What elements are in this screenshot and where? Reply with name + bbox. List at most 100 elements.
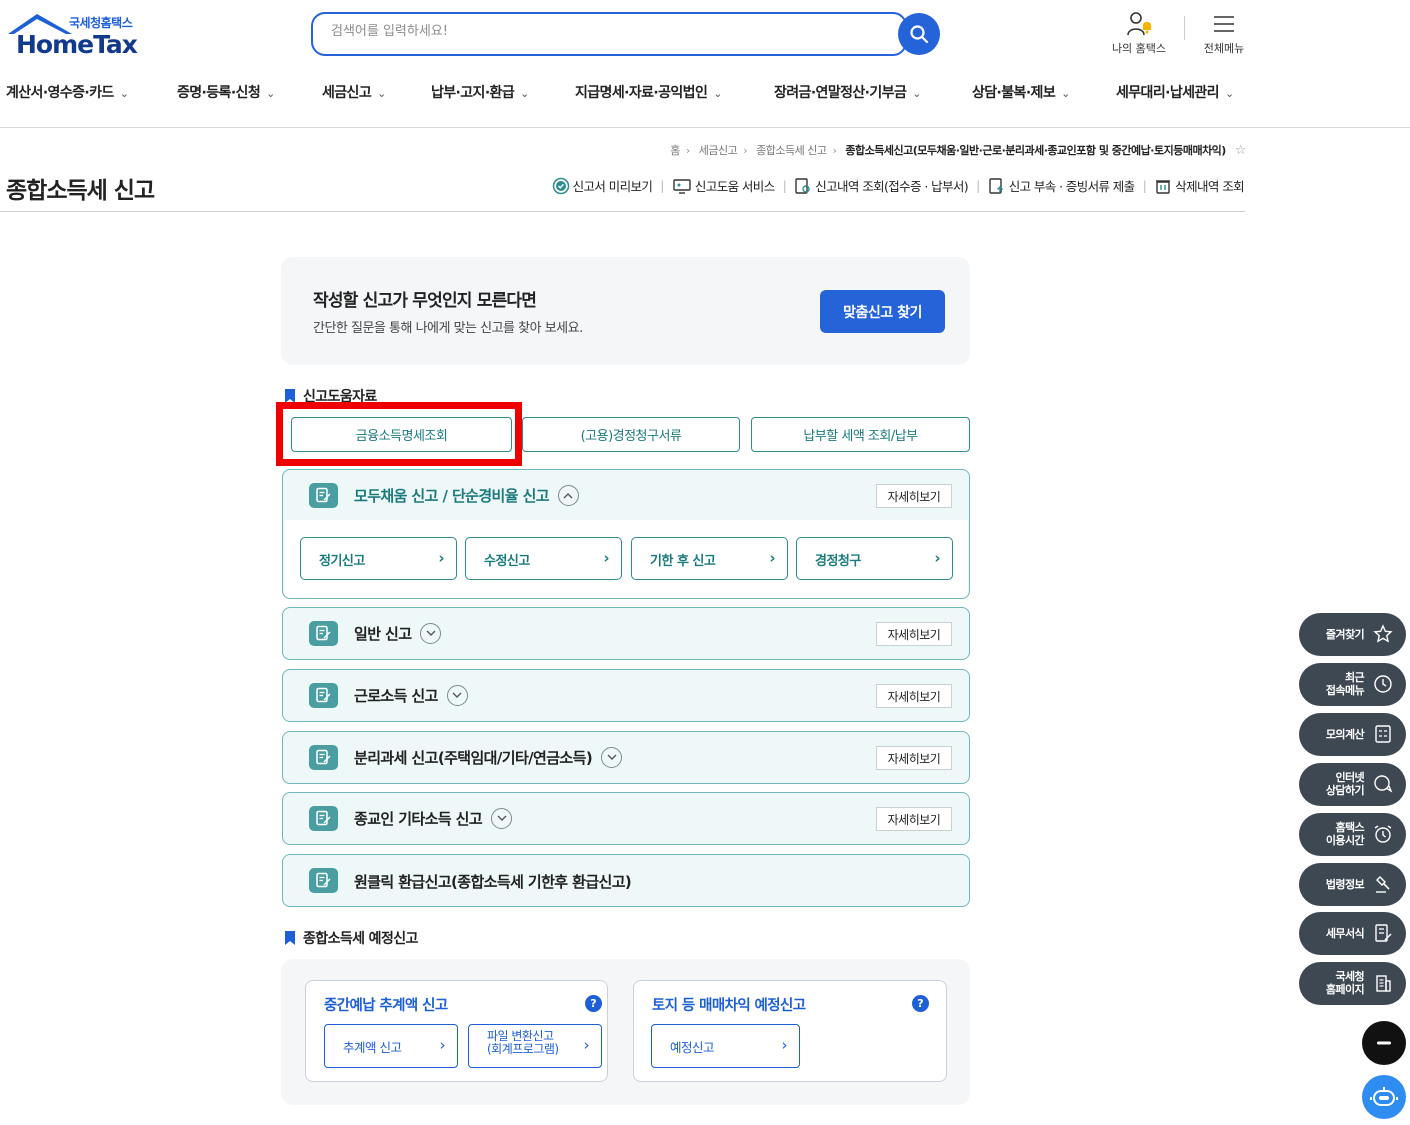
all-menu-label: 전체메뉴 [1203, 42, 1245, 55]
accordion-general-report[interactable]: 일반 신고 자세히보기 [282, 607, 970, 660]
title-divider [0, 211, 1245, 212]
gnb-item-statement[interactable]: 지급명세·자료·공익법인 ⌄ [575, 82, 722, 102]
gnb-item-consult[interactable]: 상담·불복·제보 ⌄ [972, 82, 1070, 102]
accordion-title: 분리과세 신고(주택임대/기타/연금소득) [354, 747, 623, 768]
accordion-separate-taxation-report[interactable]: 분리과세 신고(주택임대/기타/연금소득) 자세히보기 [282, 731, 970, 784]
gnb-item-agent[interactable]: 세무대리·납세관리 ⌄ [1116, 82, 1234, 102]
building-icon [1376, 975, 1391, 992]
quick-link-preview[interactable]: 신고서 미리보기 [552, 176, 653, 195]
quick-menu-forms[interactable]: 세무서식 [1299, 912, 1406, 955]
chevron-down-icon[interactable] [491, 808, 513, 829]
detail-button[interactable]: 자세히보기 [876, 746, 952, 770]
quick-link-attachment[interactable]: 신고 부속 · 증빙서류 제출 [988, 176, 1135, 195]
search-button[interactable] [898, 13, 940, 55]
chevron-down-icon: ⌄ [1061, 87, 1070, 100]
quick-link-help-service[interactable]: 신고도움 서비스 [672, 176, 775, 195]
quick-menu-hours[interactable]: 홈택스 이용시간 [1299, 813, 1406, 856]
breadcrumb-level1[interactable]: 세금신고 [699, 144, 738, 157]
search-icon [910, 25, 929, 44]
accordion-one-click-refund[interactable]: 원클릭 환급신고(종합소득세 기한후 환급신고) [282, 854, 970, 907]
accordion-body: 정기신고 › 수정신고 › 기한 후 신고 › 경정청구 › [284, 520, 968, 598]
help-question-icon[interactable]: ? [912, 995, 929, 1012]
breadcrumb-level2[interactable]: 종합소득세 신고 [756, 144, 827, 157]
scheduled-report-button[interactable]: 예정신고 › [651, 1024, 800, 1068]
chatbot-button[interactable] [1362, 1075, 1406, 1119]
gnb-item-invoice[interactable]: 계산서·영수증·카드 ⌄ [6, 82, 129, 102]
accordion-header[interactable]: 모두채움 신고 / 단순경비율 신고 자세히보기 [283, 470, 969, 520]
file-conversion-report-button[interactable]: 파일 변환신고 (회계프로그램) › [468, 1024, 602, 1068]
detail-button[interactable]: 자세히보기 [876, 807, 952, 831]
accordion-earned-income-report[interactable]: 근로소득 신고 자세히보기 [282, 669, 970, 722]
chevron-down-icon: ⌄ [377, 87, 386, 100]
minus-icon [1377, 1041, 1391, 1045]
alarm-clock-icon [1374, 825, 1392, 843]
breadcrumb-current: 종합소득세신고(모두채움·일반·근로·분리과세·종교인포함 및 중간예납·토지등… [845, 144, 1226, 157]
chevron-down-icon: ⌄ [266, 87, 275, 100]
accordion-religious-income-report[interactable]: 종교인 기타소득 신고 자세히보기 [282, 792, 970, 845]
quick-menu-consult[interactable]: 인터넷 상담하기 [1299, 763, 1406, 806]
detail-button[interactable]: 자세히보기 [876, 684, 952, 708]
chevron-right-icon: › [934, 549, 940, 567]
breadcrumb-home[interactable]: 홈 [670, 144, 680, 157]
gnb-item-tax-report[interactable]: 세금신고 ⌄ [322, 82, 386, 102]
calculator-icon [1375, 725, 1391, 743]
detail-button[interactable]: 자세히보기 [876, 484, 952, 508]
page-title: 종합소득세 신고 [6, 178, 155, 204]
chevron-up-icon[interactable] [557, 485, 579, 506]
amended-report-button[interactable]: 수정신고 › [465, 537, 622, 580]
help-question-icon[interactable]: ? [585, 995, 602, 1012]
chevron-right-icon: › [769, 549, 775, 567]
chevron-down-icon: ⌄ [1224, 87, 1234, 100]
late-report-button[interactable]: 기한 후 신고 › [631, 537, 788, 580]
collapse-quick-menu-button[interactable] [1362, 1021, 1406, 1065]
hometax-logo[interactable]: 국세청홈택스 HomeTax [6, 12, 141, 59]
gnb-item-payment[interactable]: 납부·고지·환급 ⌄ [431, 82, 529, 102]
quick-links: 신고서 미리보기 | 신고도움 서비스 | 신고내역 조회(접수증 · 납부서)… [552, 176, 1245, 195]
chat-bubble-icon [1374, 775, 1393, 793]
tax-payment-lookup-button[interactable]: 납부할 세액 조회/납부 [751, 417, 970, 452]
clock-icon [1374, 675, 1392, 693]
report-document-icon [309, 868, 338, 893]
quick-link-history[interactable]: 신고내역 조회(접수증 · 납부서) [794, 176, 969, 195]
correction-claim-button[interactable]: 경정청구 › [796, 537, 953, 580]
quick-menu-recent[interactable]: 최근 접속메뉴 [1299, 663, 1406, 706]
find-custom-report-button[interactable]: 맞춤신고 찾기 [820, 290, 945, 333]
predict-report-label: 종합소득세 예정신고 [284, 928, 418, 948]
gnb-item-incentive[interactable]: 장려금·연말정산·기부금 ⌄ [774, 82, 921, 102]
estimated-report-button[interactable]: 추계액 신고 › [324, 1024, 458, 1068]
favorite-star-icon[interactable]: ☆ [1235, 143, 1247, 158]
regular-report-button[interactable]: 정기신고 › [300, 537, 457, 580]
my-hometax-button[interactable]: 나의 홈택스 [1106, 8, 1172, 56]
quick-menu-nts-home[interactable]: 국세청 홈페이지 [1299, 962, 1406, 1005]
star-icon [1373, 624, 1393, 643]
quick-menu-favorites[interactable]: 즐겨찾기 [1299, 613, 1406, 656]
chevron-down-icon[interactable] [420, 623, 442, 644]
my-hometax-label: 나의 홈택스 [1111, 42, 1167, 55]
quick-menu-mock-calc[interactable]: 모의계산 [1299, 713, 1406, 756]
search-input[interactable] [331, 24, 871, 39]
land-sale-profit-card: 토지 등 매매차익 예정신고 ? 예정신고 › [633, 980, 947, 1082]
interim-prepayment-card: 중간예납 추계액 신고 ? 추계액 신고 › 파일 변환신고 (회계프로그램) › [305, 980, 608, 1082]
form-document-icon [1375, 924, 1392, 942]
detail-button[interactable]: 자세히보기 [876, 622, 952, 646]
gnb-item-certificate[interactable]: 증명·등록·신청 ⌄ [177, 82, 275, 102]
chevron-down-icon[interactable] [601, 747, 623, 768]
trash-icon [1156, 179, 1171, 194]
all-menu-button[interactable]: 전체메뉴 [1191, 8, 1257, 56]
global-nav: 계산서·영수증·카드 ⌄ 증명·등록·신청 ⌄ 세금신고 ⌄ 납부·고지·환급 ⌄ 지급… [0, 82, 1260, 104]
quick-link-deleted[interactable]: 삭제내역 조회 [1154, 176, 1245, 195]
chatbot-robot-icon [1370, 1087, 1398, 1106]
report-document-icon [309, 806, 338, 831]
nav-divider [0, 127, 1410, 128]
hamburger-menu-icon [1214, 16, 1234, 32]
correction-claim-docs-button[interactable]: (고용)경정청구서류 [522, 417, 740, 452]
logo-title: HomeTax [16, 30, 138, 59]
search-box [311, 12, 907, 56]
quick-menu-law[interactable]: 법령정보 [1299, 863, 1406, 906]
check-circle-icon [552, 177, 569, 194]
accordion-title: 일반 신고 [354, 623, 442, 644]
accordion-prefilled-report: 모두채움 신고 / 단순경비율 신고 자세히보기 정기신고 › 수정신고 › 기한 … [282, 469, 970, 599]
chevron-down-icon: ⌄ [520, 87, 529, 100]
chevron-down-icon[interactable] [446, 685, 468, 706]
interim-prepayment-title: 중간예납 추계액 신고 [324, 998, 448, 1014]
